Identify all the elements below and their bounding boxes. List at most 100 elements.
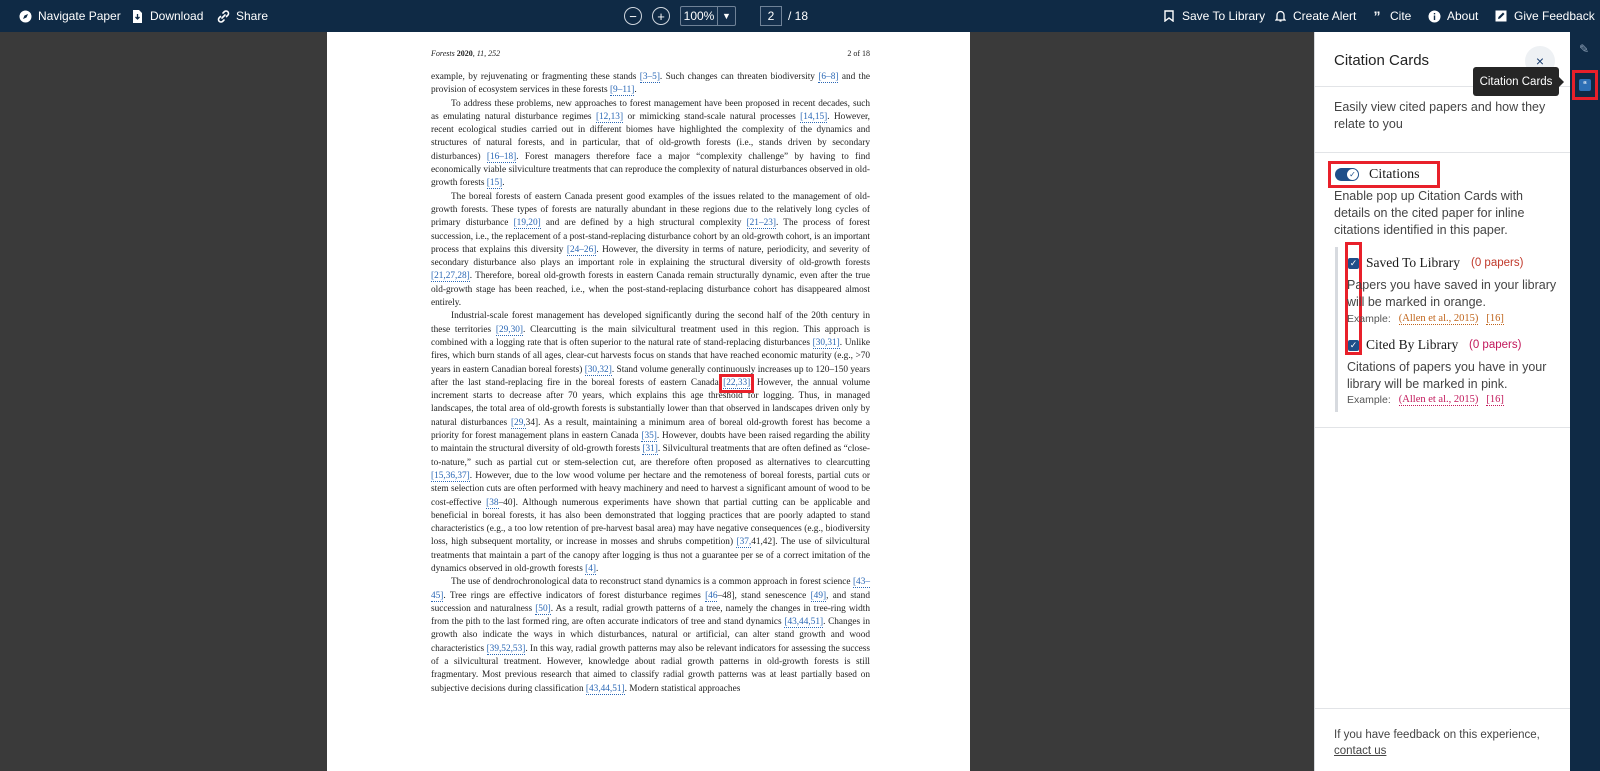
page-label: 2 of 18 bbox=[847, 49, 870, 58]
citation-link[interactable]: [35] bbox=[641, 431, 657, 443]
citation-link[interactable]: [30,32] bbox=[584, 364, 612, 376]
citation-link[interactable]: [14,15] bbox=[800, 111, 828, 123]
panel-divider bbox=[1315, 152, 1571, 153]
citation-link[interactable]: [43,44,51] bbox=[585, 683, 625, 695]
page-number-input[interactable]: 2 bbox=[760, 6, 782, 26]
panel-title: Citation Cards bbox=[1334, 52, 1430, 69]
citation-link[interactable]: [4] bbox=[585, 563, 596, 575]
panel-description: Easily view cited papers and how they re… bbox=[1334, 100, 1546, 131]
compass-icon bbox=[18, 9, 32, 23]
panel-footer: If you have feedback on this experience,… bbox=[1334, 727, 1559, 759]
citation-cards-tooltip: Citation Cards bbox=[1473, 67, 1564, 96]
paragraph: The boreal forests of eastern Canada pre… bbox=[431, 191, 870, 311]
citations-toggle[interactable]: ✓ bbox=[1335, 168, 1359, 181]
citation-link[interactable]: [15,36,37] bbox=[431, 470, 470, 482]
page-total: / 18 bbox=[788, 9, 809, 23]
give-feedback-button[interactable]: Give Feedback bbox=[1494, 0, 1595, 32]
saved-example-citation: (Allen et al., 2015) bbox=[1398, 313, 1479, 325]
citation-link[interactable]: [50] bbox=[535, 603, 551, 615]
body-text: The use of dendrochronological data to r… bbox=[451, 577, 853, 588]
paragraph: Industrial-scale forest management has d… bbox=[431, 310, 870, 576]
download-button[interactable]: Download bbox=[130, 0, 203, 32]
citation-link[interactable]: [16–18] bbox=[486, 151, 517, 163]
citation-link[interactable]: [49] bbox=[810, 590, 827, 602]
journal-volume: , 11, 252 bbox=[472, 49, 501, 58]
citation-link[interactable]: [29, bbox=[510, 417, 526, 429]
citation-cards-panel: Citation Cards × Easily view cited paper… bbox=[1314, 32, 1571, 771]
citation-link[interactable]: [31] bbox=[642, 444, 658, 456]
panel-divider bbox=[1315, 427, 1571, 428]
download-label: Download bbox=[150, 9, 204, 23]
cited-example: Example: (Allen et al., 2015) [16] bbox=[1347, 394, 1504, 406]
check-icon: ✓ bbox=[1349, 340, 1358, 350]
feedback-icon bbox=[1494, 9, 1508, 23]
bell-icon bbox=[1273, 9, 1287, 23]
saved-to-library-description: Papers you have saved in your library wi… bbox=[1347, 278, 1557, 309]
chevron-down-icon[interactable]: ▼ bbox=[717, 6, 735, 26]
citation-link[interactable]: [21,27,28] bbox=[431, 271, 470, 283]
citation-link[interactable]: [37, bbox=[736, 537, 752, 549]
zoom-select[interactable]: 100% ▼ bbox=[680, 6, 736, 26]
citation-link[interactable]: [30,31] bbox=[812, 337, 840, 349]
zoom-in-icon: + bbox=[652, 7, 670, 25]
citation-link[interactable]: [19,20] bbox=[513, 218, 541, 230]
citation-link[interactable]: [15] bbox=[486, 178, 503, 190]
citation-link[interactable]: [46 bbox=[705, 590, 718, 602]
journal-citation: Forests 2020, 11, 252 bbox=[431, 49, 500, 58]
citation-link[interactable]: [12,13] bbox=[595, 111, 624, 123]
cited-by-library-label: Cited By Library bbox=[1366, 337, 1459, 352]
body-text: . Modern statistical approaches bbox=[624, 683, 741, 694]
contact-us-link[interactable]: contact us bbox=[1334, 745, 1386, 757]
check-icon: ✓ bbox=[1347, 169, 1358, 180]
body-text: . Therefore, boreal old-growth forests i… bbox=[431, 271, 870, 309]
body-text: or mimicking stand-scale natural process… bbox=[623, 111, 801, 122]
cited-example-citation: (Allen et al., 2015) bbox=[1398, 394, 1479, 406]
options-group-bar bbox=[1335, 247, 1338, 412]
highlighted-citation-link[interactable]: [22,33] bbox=[719, 373, 755, 393]
share-icon bbox=[216, 9, 230, 23]
cited-by-library-description: Citations of papers you have in your lib… bbox=[1347, 360, 1547, 391]
saved-example: Example: (Allen et al., 2015) [16] bbox=[1347, 313, 1504, 325]
save-to-library-label: Save To Library bbox=[1182, 9, 1266, 23]
create-alert-button[interactable]: Create Alert bbox=[1273, 0, 1356, 32]
about-label: About bbox=[1447, 9, 1479, 23]
citation-link[interactable]: [29,30] bbox=[495, 324, 524, 336]
cite-button[interactable]: ” Cite bbox=[1370, 0, 1412, 32]
about-button[interactable]: About bbox=[1427, 0, 1478, 32]
cited-example-number: [16] bbox=[1486, 394, 1504, 406]
citation-link[interactable]: [24–26] bbox=[566, 244, 597, 256]
body-text: . Such changes can threaten biodiversity bbox=[659, 72, 819, 82]
top-toolbar: Navigate Paper Download Share − + 100% ▼… bbox=[0, 0, 1600, 32]
body-text: . bbox=[502, 178, 505, 189]
citation-link[interactable]: [39,52,53] bbox=[486, 643, 526, 655]
save-to-library-button[interactable]: Save To Library bbox=[1162, 0, 1265, 32]
citation-link[interactable]: [43,44,51] bbox=[784, 617, 824, 629]
body-text: . Tree rings are effective indicators of… bbox=[443, 590, 706, 601]
create-alert-label: Create Alert bbox=[1293, 9, 1357, 23]
zoom-out-button[interactable]: − bbox=[624, 0, 642, 32]
share-button[interactable]: Share bbox=[216, 0, 268, 32]
citation-link[interactable]: [38 bbox=[486, 497, 499, 509]
footer-text: If you have feedback on this experience, bbox=[1334, 729, 1540, 741]
citation-link[interactable]: [3–5] bbox=[639, 72, 660, 83]
example-label: Example: bbox=[1347, 394, 1391, 406]
cited-by-library-checkbox[interactable]: ✓ bbox=[1348, 340, 1359, 351]
bookmark-icon bbox=[1162, 9, 1176, 23]
citation-link[interactable]: [9–11] bbox=[609, 85, 635, 97]
navigate-paper-button[interactable]: Navigate Paper bbox=[18, 0, 121, 32]
citation-cards-rail-button[interactable]: “ bbox=[1572, 70, 1598, 100]
paragraph: To address these problems, new approache… bbox=[431, 98, 870, 191]
citations-toggle-row: ✓ Citations bbox=[1328, 161, 1440, 188]
citation-cards-icon: “ bbox=[1579, 79, 1591, 91]
journal-year: 2020 bbox=[456, 49, 473, 58]
zoom-out-icon: − bbox=[624, 7, 642, 25]
saved-to-library-checkbox[interactable]: ✓ bbox=[1348, 258, 1359, 269]
citation-link[interactable]: [21–23] bbox=[746, 218, 776, 230]
citation-link[interactable]: [6–8] bbox=[818, 72, 839, 83]
pencil-icon[interactable]: ✎ bbox=[1579, 42, 1589, 56]
zoom-in-button[interactable]: + bbox=[652, 0, 670, 32]
quote-icon: ” bbox=[1373, 8, 1381, 24]
paragraph: The use of dendrochronological data to r… bbox=[431, 576, 870, 696]
pdf-page: Forests 2020, 11, 252 2 of 18 example, b… bbox=[327, 32, 970, 771]
paragraph: example, by rejuvenating or fragmenting … bbox=[431, 71, 870, 98]
